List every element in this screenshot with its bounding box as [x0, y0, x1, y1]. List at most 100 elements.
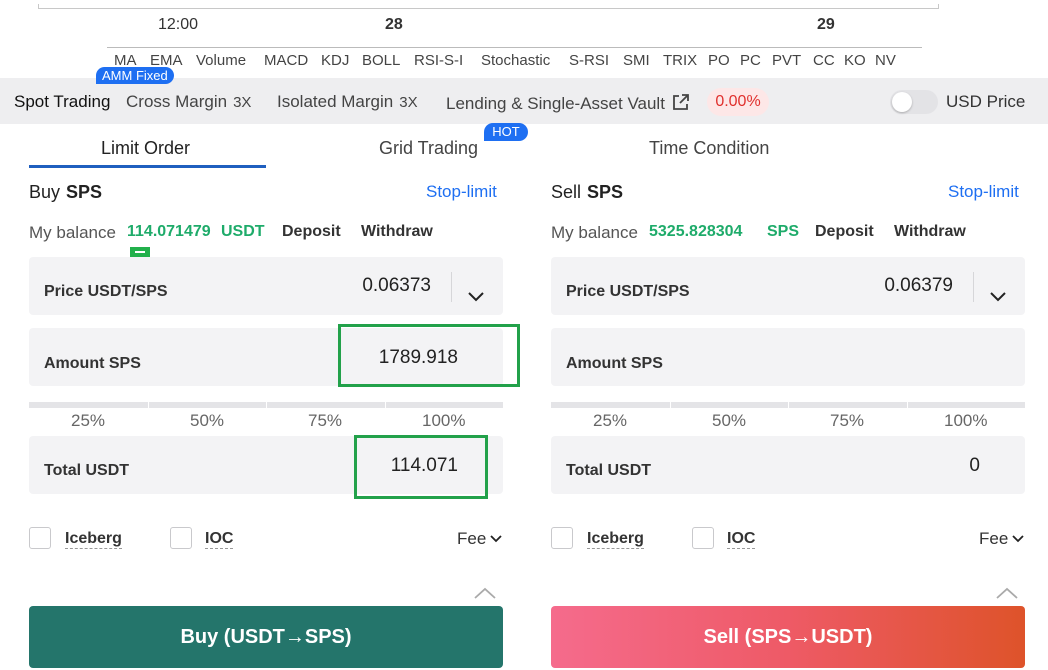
- indicator-ko[interactable]: KO: [844, 52, 866, 69]
- slider-tick: [266, 402, 267, 408]
- sell-asset: SPS: [587, 182, 624, 202]
- indicator-smi[interactable]: SMI: [623, 52, 650, 69]
- axis-tick: [38, 4, 39, 9]
- sell-action: Sell: [551, 182, 582, 202]
- buy-price-label: Price USDT/SPS: [44, 283, 168, 300]
- total-highlight-box: [354, 435, 488, 499]
- sell-collapse-chevron-up-icon[interactable]: [995, 586, 1019, 605]
- isolated-leverage: 3X: [399, 94, 418, 111]
- minus-marker-icon: [130, 247, 150, 257]
- indicator-pc[interactable]: PC: [740, 52, 761, 69]
- sell-balance-value: 5325.828304: [649, 223, 743, 240]
- usd-price-toggle[interactable]: [890, 90, 938, 114]
- indicator-pvt[interactable]: PVT: [772, 52, 801, 69]
- buy-collapse-chevron-up-icon[interactable]: [473, 586, 497, 605]
- sell-price-chevron-down-icon[interactable]: [989, 290, 1007, 308]
- tab-lending-vault[interactable]: Lending & Single-Asset Vault: [446, 92, 691, 117]
- hot-badge: HOT: [484, 123, 528, 141]
- buy-withdraw-link[interactable]: Withdraw: [361, 223, 433, 241]
- axis-label-1200: 12:00: [158, 16, 199, 33]
- buy-iceberg-checkbox[interactable]: [29, 527, 51, 549]
- indicator-rsi-s-i[interactable]: RSI-S-I: [414, 52, 463, 69]
- order-panel: [0, 124, 1048, 670]
- sell-ioc-checkbox[interactable]: [692, 527, 714, 549]
- slider-tick: [670, 402, 671, 408]
- indicator-trix[interactable]: TRIX: [663, 52, 697, 69]
- sell-pct-25[interactable]: 25%: [593, 411, 627, 431]
- tab-time-condition[interactable]: Time Condition: [649, 138, 769, 159]
- fee-chevron-down-icon: [490, 535, 502, 543]
- buy-asset: SPS: [66, 182, 103, 202]
- active-tab-underline: [29, 165, 266, 168]
- sell-iceberg-checkbox[interactable]: [551, 527, 573, 549]
- buy-action: Buy: [29, 182, 61, 202]
- buy-deposit-link[interactable]: Deposit: [282, 223, 341, 241]
- tab-cross-margin[interactable]: Cross Margin 3X: [126, 92, 251, 112]
- usd-price-label: USD Price: [946, 92, 1026, 111]
- buy-ioc-checkbox[interactable]: [170, 527, 192, 549]
- sell-total-value[interactable]: 0: [880, 455, 980, 477]
- sell-iceberg-label[interactable]: Iceberg: [587, 529, 644, 549]
- toggle-knob: [892, 92, 912, 112]
- amm-fixed-badge: AMM Fixed: [96, 67, 174, 84]
- sell-pct-75[interactable]: 75%: [830, 411, 864, 431]
- field-separator: [451, 272, 452, 302]
- sell-balance-unit: SPS: [767, 223, 800, 240]
- buy-stop-limit-link[interactable]: Stop-limit: [426, 182, 497, 202]
- chart-axis-line: [38, 8, 938, 9]
- tab-cross-margin-label: Cross Margin: [126, 92, 228, 111]
- axis-tick: [938, 4, 939, 9]
- buy-pct-50[interactable]: 50%: [190, 411, 224, 431]
- cross-leverage: 3X: [233, 94, 252, 111]
- indicator-kdj[interactable]: KDJ: [321, 52, 349, 69]
- indicator-volume[interactable]: Volume: [196, 52, 246, 69]
- sell-pct-50[interactable]: 50%: [712, 411, 746, 431]
- buy-pct-100[interactable]: 100%: [422, 411, 465, 431]
- slider-tick: [788, 402, 789, 408]
- indicator-nv[interactable]: NV: [875, 52, 896, 69]
- sell-price-value[interactable]: 0.06379: [853, 275, 953, 297]
- tab-lending-vault-label: Lending & Single-Asset Vault: [446, 94, 665, 113]
- sell-deposit-link[interactable]: Deposit: [815, 223, 874, 241]
- axis-label-28: 28: [385, 16, 403, 33]
- sell-button[interactable]: Sell (SPS→USDT): [551, 606, 1025, 668]
- buy-iceberg-label[interactable]: Iceberg: [65, 529, 122, 549]
- buy-price-value[interactable]: 0.06373: [331, 275, 431, 297]
- lending-rate-badge: 0.00%: [707, 88, 769, 116]
- indicator-boll[interactable]: BOLL: [362, 52, 400, 69]
- sell-fee-label: Fee: [979, 529, 1009, 548]
- buy-fee-label: Fee: [457, 529, 487, 548]
- buy-balance-label: My balance: [29, 223, 116, 242]
- buy-balance-value: 114.071479: [127, 223, 211, 240]
- tab-isolated-margin[interactable]: Isolated Margin 3X: [277, 92, 418, 112]
- indicator-macd[interactable]: MACD: [264, 52, 308, 69]
- indicator-stochastic[interactable]: Stochastic: [481, 52, 550, 69]
- axis-label-29: 29: [817, 16, 835, 33]
- buy-fee-dropdown[interactable]: Fee: [457, 529, 503, 549]
- sell-fee-dropdown[interactable]: Fee: [979, 529, 1025, 549]
- buy-pct-25[interactable]: 25%: [71, 411, 105, 431]
- sell-total-label: Total USDT: [566, 462, 652, 479]
- buy-price-chevron-down-icon[interactable]: [467, 290, 485, 308]
- field-separator: [973, 272, 974, 302]
- indicator-po[interactable]: PO: [708, 52, 730, 69]
- buy-amount-label: Amount SPS: [44, 355, 141, 372]
- sell-title: Sell SPS: [551, 182, 623, 203]
- buy-total-label: Total USDT: [44, 462, 130, 479]
- sell-ioc-label[interactable]: IOC: [727, 529, 756, 549]
- tab-spot-trading[interactable]: Spot Trading: [14, 92, 110, 112]
- fee-chevron-down-icon: [1012, 535, 1024, 543]
- sell-pct-100[interactable]: 100%: [944, 411, 987, 431]
- tab-grid-trading[interactable]: Grid Trading: [379, 138, 478, 159]
- buy-title: Buy SPS: [29, 182, 102, 203]
- indicator-divider: [107, 47, 922, 48]
- external-link-icon: [671, 92, 691, 117]
- tab-limit-order[interactable]: Limit Order: [101, 138, 190, 159]
- indicator-s-rsi[interactable]: S-RSI: [569, 52, 609, 69]
- indicator-cc[interactable]: CC: [813, 52, 835, 69]
- buy-pct-75[interactable]: 75%: [308, 411, 342, 431]
- buy-button[interactable]: Buy (USDT→SPS): [29, 606, 503, 668]
- buy-ioc-label[interactable]: IOC: [205, 529, 234, 549]
- sell-stop-limit-link[interactable]: Stop-limit: [948, 182, 1019, 202]
- sell-withdraw-link[interactable]: Withdraw: [894, 223, 966, 241]
